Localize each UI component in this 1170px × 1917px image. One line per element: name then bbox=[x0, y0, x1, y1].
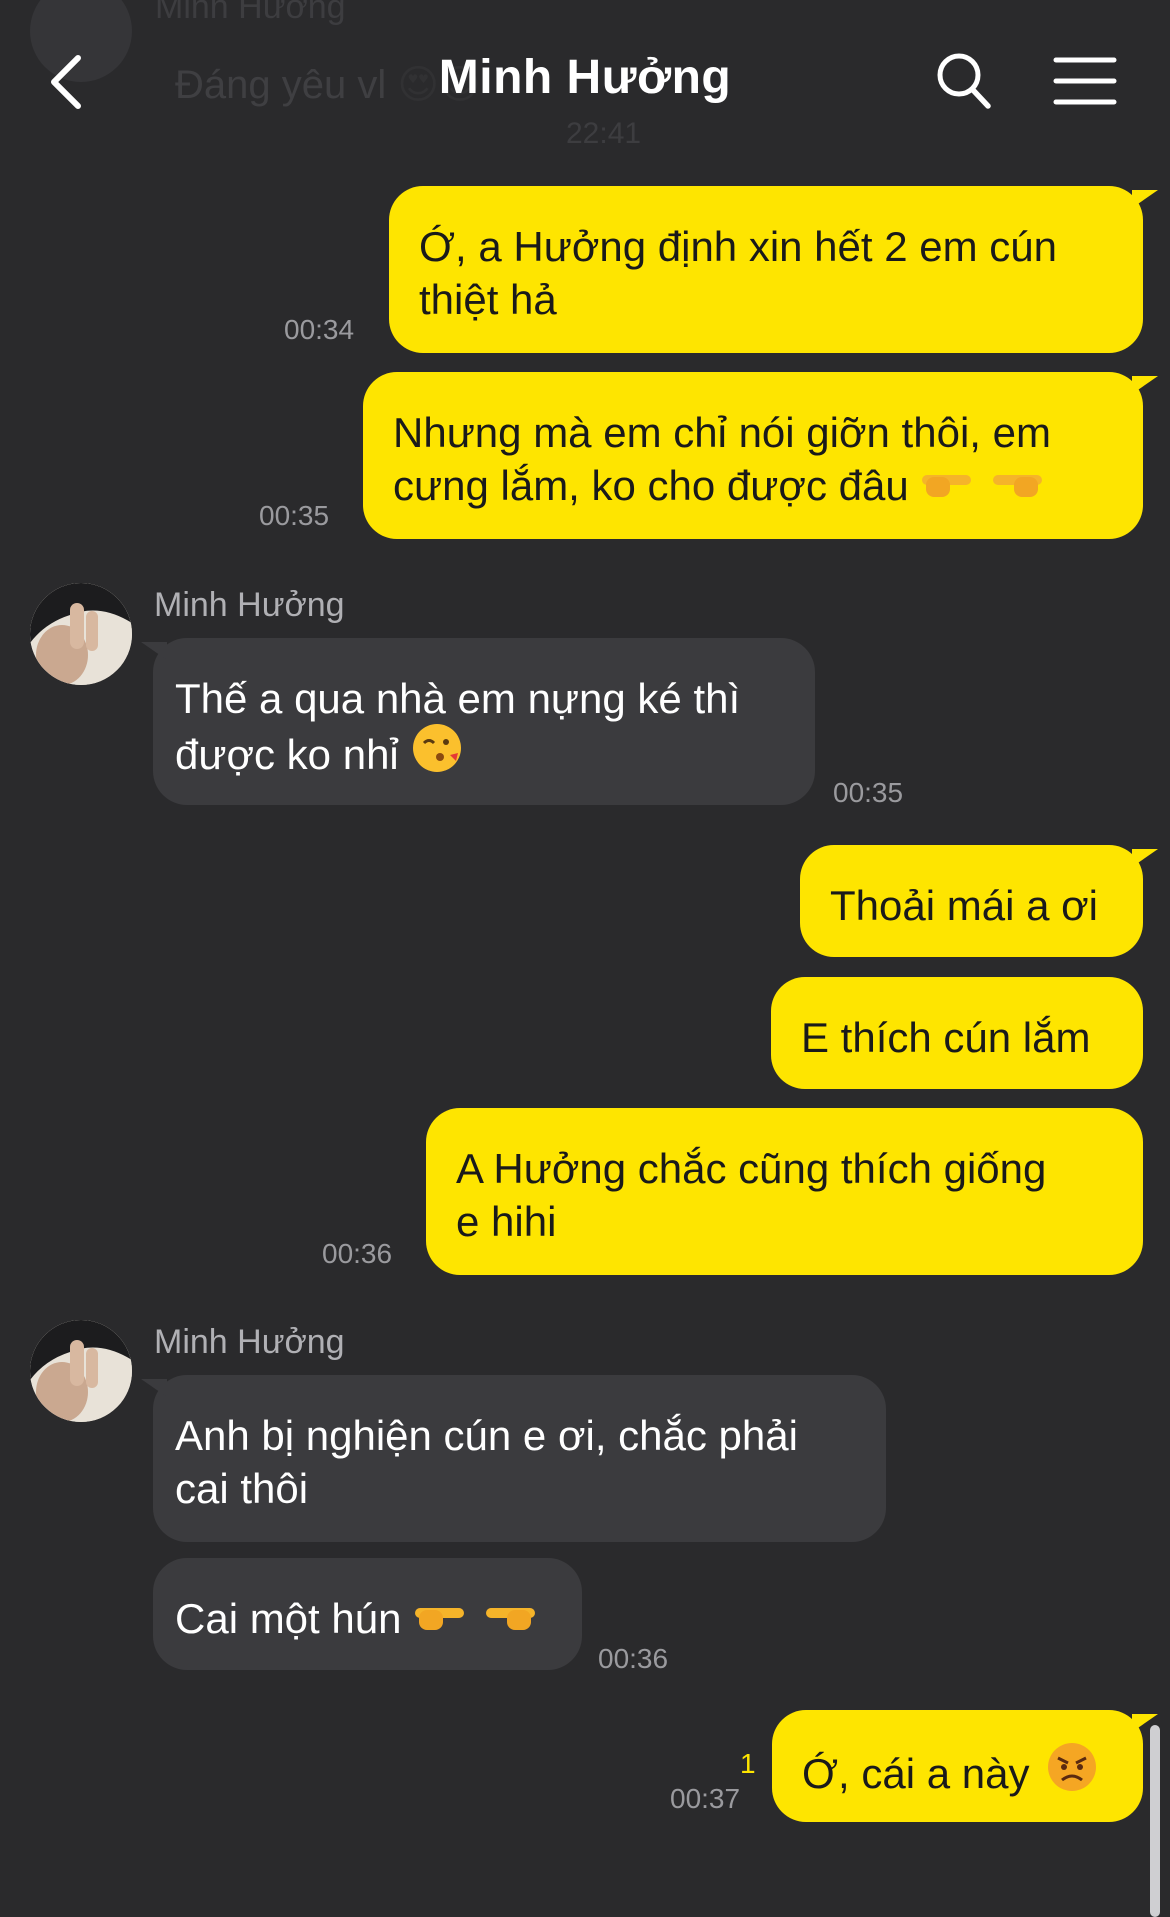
my-message-bubble[interactable]: Thoải mái a ơi bbox=[800, 845, 1143, 957]
message-line: Ớ, a Hưởng định xin hết 2 em cún bbox=[419, 223, 1057, 270]
search-button[interactable] bbox=[936, 52, 992, 110]
message-line: E thích cún lắm bbox=[801, 1014, 1091, 1061]
bubble-tail bbox=[1132, 376, 1158, 394]
kiss-emoji bbox=[410, 721, 464, 787]
angry-emoji bbox=[1045, 1740, 1099, 1806]
message-line: cai thôi bbox=[175, 1465, 309, 1512]
chat-title: Minh Hưởng bbox=[438, 51, 732, 104]
chat-header: Minh Hưởng Đáng yêu vl 😍😍 22:41 Minh Hưở… bbox=[0, 0, 1170, 170]
message-line: A Hưởng chắc cũng thích giống bbox=[456, 1145, 1047, 1192]
bubble-tail bbox=[141, 642, 167, 660]
message-line: Anh bị nghiện cún e ơi, chắc phải bbox=[175, 1412, 798, 1459]
message-time: 00:37 bbox=[670, 1783, 741, 1814]
message-time: 00:35 bbox=[833, 777, 904, 808]
message-time: 00:36 bbox=[322, 1238, 393, 1269]
avatar[interactable] bbox=[30, 583, 132, 685]
their-message-bubble[interactable]: Thế a qua nhà em nựng ké thì được ko nhỉ bbox=[153, 638, 815, 805]
bubble-tail bbox=[1132, 849, 1158, 867]
scrollbar[interactable] bbox=[1150, 1725, 1160, 1917]
message-line: Ớ, cái a này bbox=[802, 1743, 1113, 1810]
my-message-bubble[interactable]: A Hưởng chắc cũng thích giống e hihi bbox=[426, 1108, 1143, 1275]
their-message-bubble[interactable]: Cai một hún bbox=[153, 1558, 582, 1670]
scrolled-sender-name: Minh Hưởng bbox=[155, 0, 346, 26]
pointing-left-emoji bbox=[988, 458, 1044, 511]
bubble-tail bbox=[141, 1379, 167, 1397]
message-line: thiệt hả bbox=[419, 276, 557, 323]
message-time: 00:36 bbox=[598, 1643, 669, 1674]
pointing-right-emoji bbox=[920, 458, 976, 511]
message-time: 00:34 bbox=[284, 314, 355, 345]
message-line: cưng lắm, ko cho được đâu bbox=[393, 459, 1113, 515]
bubble-tail bbox=[1132, 190, 1158, 208]
message-line: được ko nhỉ bbox=[175, 724, 785, 791]
unread-count: 1 bbox=[740, 1748, 756, 1779]
my-message-bubble[interactable]: E thích cún lắm bbox=[771, 977, 1143, 1089]
message-line: Nhưng mà em chỉ nói giỡn thôi, em bbox=[393, 409, 1051, 456]
my-message-bubble[interactable]: Ớ, cái a này bbox=[772, 1710, 1143, 1822]
message-line: e hihi bbox=[456, 1198, 557, 1245]
message-line: Thế a qua nhà em nựng ké thì bbox=[175, 675, 741, 722]
message-line: Cai một hún bbox=[175, 1592, 552, 1648]
my-message-bubble[interactable]: Ớ, a Hưởng định xin hết 2 em cún thiệt h… bbox=[389, 186, 1143, 353]
my-message-bubble[interactable]: Nhưng mà em chỉ nói giỡn thôi, em cưng l… bbox=[363, 372, 1143, 539]
sender-name: Minh Hưởng bbox=[154, 1323, 345, 1361]
menu-icon bbox=[1053, 57, 1117, 105]
menu-button[interactable] bbox=[1053, 55, 1117, 107]
avatar[interactable] bbox=[30, 1320, 132, 1422]
scrolled-time: 22:41 bbox=[566, 117, 642, 150]
message-time: 00:35 bbox=[259, 500, 330, 531]
their-message-bubble[interactable]: Anh bị nghiện cún e ơi, chắc phải cai th… bbox=[153, 1375, 886, 1542]
search-icon bbox=[937, 53, 991, 109]
sender-name: Minh Hưởng bbox=[154, 586, 345, 624]
pointing-right-emoji bbox=[413, 1591, 469, 1644]
message-line: Thoải mái a ơi bbox=[830, 882, 1098, 929]
pointing-left-emoji bbox=[481, 1591, 537, 1644]
